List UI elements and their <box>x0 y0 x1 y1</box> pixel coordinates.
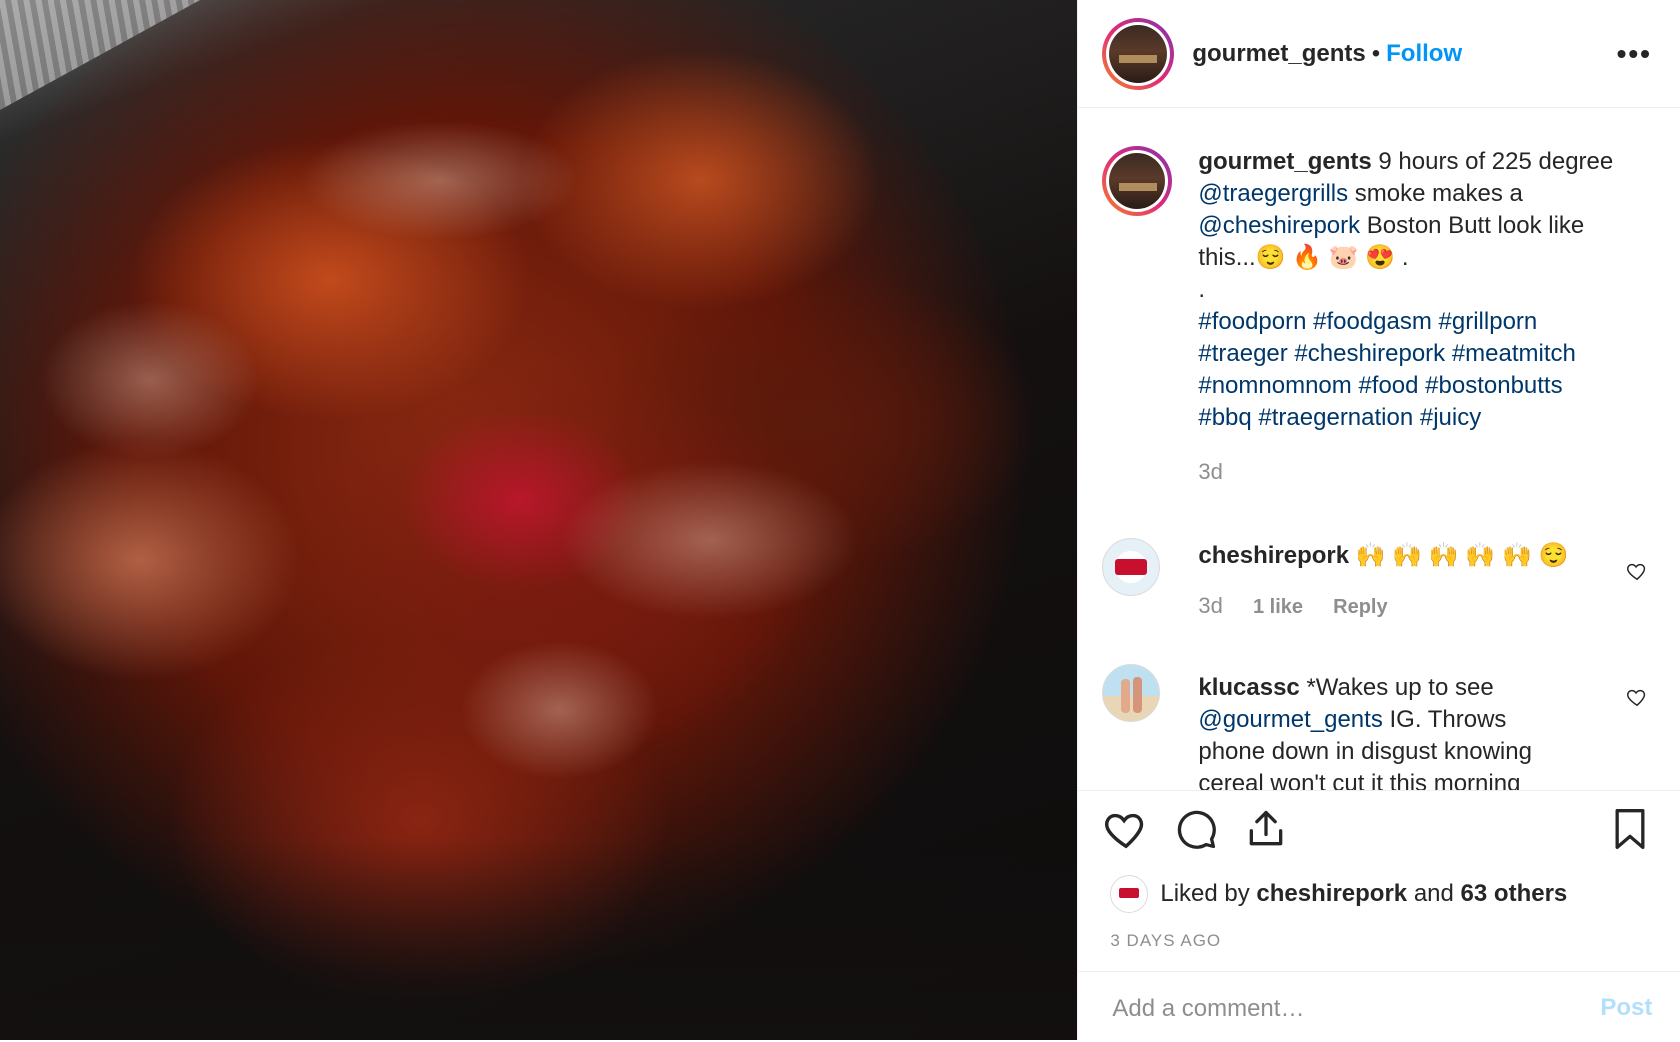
post-photo[interactable] <box>0 0 1078 1040</box>
caption-username[interactable]: gourmet_gents <box>1198 148 1371 175</box>
caption-text-part: . <box>1198 276 1206 303</box>
likes-count[interactable]: 63 others <box>1461 880 1568 908</box>
meat-glaze-highlight <box>40 300 260 460</box>
comment-text: *Wakes up to see <box>1306 674 1494 701</box>
likes-prefix: Liked by <box>1160 880 1250 907</box>
comment-text: IG. Throws <box>1389 706 1507 733</box>
comment-avatar[interactable] <box>1102 538 1161 596</box>
profile-picture <box>1109 24 1168 83</box>
comment-input[interactable] <box>1110 990 1555 1028</box>
caption-text: gourmet_gents 9 hours of 225 degree @tra… <box>1198 146 1638 488</box>
action-bar: Liked by cheshirepork and 63 others 3 DA… <box>1078 790 1680 1041</box>
post-sidebar: gourmet_gents • Follow ••• gourmet_gents… <box>1077 0 1680 1040</box>
meat-glaze-highlight <box>300 120 580 240</box>
hashtags[interactable]: #nomnomnom #food #bostonbutts <box>1198 372 1562 399</box>
likes-summary[interactable]: Liked by cheshirepork and 63 others <box>1110 875 1567 913</box>
caption-text-part: Boston Butt look like <box>1366 212 1585 239</box>
comment-likes[interactable]: 1 like <box>1253 596 1303 618</box>
post-comment-button[interactable]: Post <box>1600 994 1652 1022</box>
caption-text-part: 9 hours of 225 degree <box>1378 148 1614 175</box>
hashtags[interactable]: #traeger #cheshirepork #meatmitch <box>1198 340 1576 367</box>
cheshirepork-logo-icon <box>1115 559 1148 575</box>
caption-timestamp[interactable]: 3d <box>1198 456 1638 488</box>
share-icon <box>1250 810 1283 846</box>
mention-link[interactable]: @cheshirepork <box>1198 212 1360 239</box>
add-comment-bar: Post <box>1078 971 1680 1042</box>
foil-tray <box>0 0 200 110</box>
mention-link[interactable]: @gourmet_gents <box>1198 706 1382 733</box>
bookmark-icon <box>1615 809 1645 849</box>
comment-avatar[interactable] <box>1102 664 1161 722</box>
comments-section[interactable]: gourmet_gents 9 hours of 225 degree @tra… <box>1078 108 1680 790</box>
like-comment-heart-icon[interactable] <box>1626 560 1648 582</box>
save-button[interactable] <box>1606 805 1654 853</box>
follow-button[interactable]: Follow <box>1386 40 1462 68</box>
liker-username[interactable]: cheshirepork <box>1256 880 1407 908</box>
likes-middle: and <box>1413 880 1454 907</box>
profile-picture <box>1109 153 1166 209</box>
avatar-border <box>1106 21 1171 86</box>
comment-text: phone down in disgust knowing <box>1198 738 1532 765</box>
comment-username[interactable]: cheshirepork <box>1198 542 1349 569</box>
meat-glaze-highlight <box>460 640 660 780</box>
avatar-border <box>1106 150 1169 212</box>
more-options-icon[interactable]: ••• <box>1617 38 1652 70</box>
comment-meta: 3d 1 like Reply <box>1198 590 1638 623</box>
separator-dot: • <box>1371 39 1381 67</box>
avatar[interactable] <box>1102 17 1175 90</box>
hashtags[interactable]: #foodporn #foodgasm #grillporn <box>1198 308 1537 335</box>
comment-text: cereal won't cut it this morning <box>1198 770 1521 790</box>
pan-shadow <box>0 840 1078 1040</box>
instagram-post: gourmet_gents • Follow ••• gourmet_gents… <box>0 0 1680 1040</box>
reply-button[interactable]: Reply <box>1333 596 1387 618</box>
like-comment-heart-icon[interactable] <box>1626 686 1648 708</box>
person-silhouette <box>1133 677 1143 713</box>
caption-text-part: smoke makes a <box>1354 180 1523 207</box>
comment-time[interactable]: 3d <box>1198 593 1222 618</box>
comment-bubble-icon <box>1178 810 1217 849</box>
cheshirepork-logo-icon <box>1119 888 1140 898</box>
hashtags[interactable]: #bbq #traegernation #juicy <box>1198 404 1481 431</box>
caption-text-part: this...😌 🔥 🐷 😍 . <box>1198 244 1409 271</box>
heart-icon <box>1105 813 1144 849</box>
comment-button[interactable] <box>1172 805 1220 853</box>
share-button[interactable] <box>1242 805 1290 853</box>
comment-body: klucassc *Wakes up to see @gourmet_gents… <box>1198 672 1638 790</box>
comment-body: cheshirepork 🙌 🙌 🙌 🙌 🙌 😌 3d 1 like Reply <box>1198 540 1638 623</box>
comment-username[interactable]: klucassc <box>1198 674 1299 701</box>
comment-text: 🙌 🙌 🙌 🙌 🙌 😌 <box>1355 542 1569 569</box>
header-username[interactable]: gourmet_gents <box>1192 40 1365 68</box>
person-silhouette <box>1121 679 1131 713</box>
post-date[interactable]: 3 DAYS AGO <box>1110 931 1221 951</box>
caption-avatar[interactable] <box>1102 146 1173 216</box>
mention-link[interactable]: @traegergrills <box>1198 180 1348 207</box>
like-button[interactable] <box>1102 805 1150 853</box>
liker-avatar <box>1110 875 1149 913</box>
meat-glaze-highlight <box>560 460 860 620</box>
post-header: gourmet_gents • Follow ••• <box>1078 0 1680 108</box>
